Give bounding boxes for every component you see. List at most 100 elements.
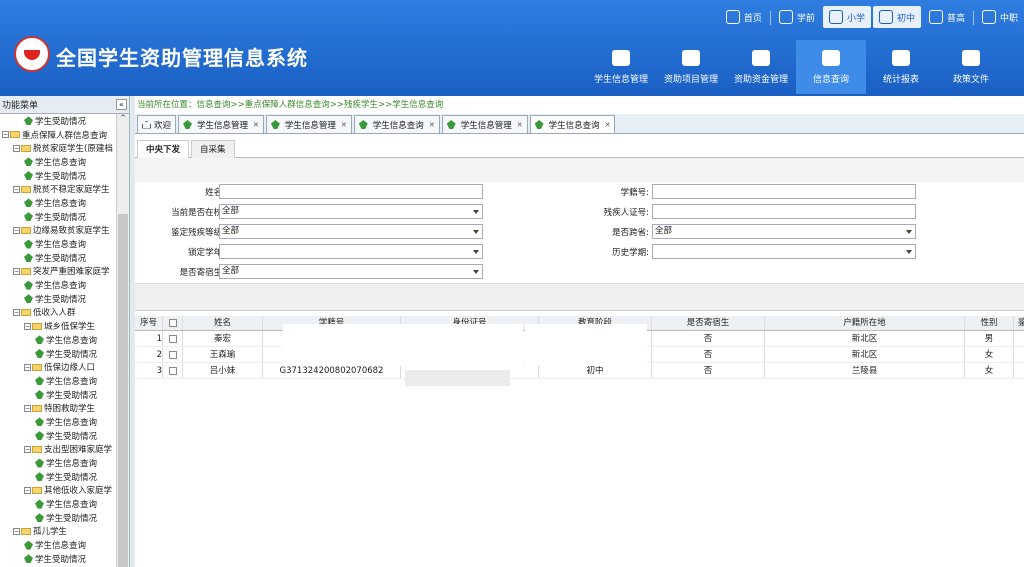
tree-folder[interactable]: − 脱贫家庭学生(原建档 xyxy=(0,141,116,155)
column-header[interactable]: 性别 xyxy=(965,316,1014,330)
folder-icon xyxy=(21,527,31,535)
tree-folder[interactable]: − 脱贫不稳定家庭学生 xyxy=(0,182,116,196)
tree-leaf[interactable]: 学生受助情况 xyxy=(0,347,116,361)
stage-senior[interactable]: 普高 xyxy=(923,6,971,28)
sidebar-collapse-button[interactable]: « xyxy=(116,99,127,110)
tree-leaf[interactable]: 学生信息查询 xyxy=(0,333,116,347)
module-funds[interactable]: 资助资金管理 xyxy=(726,40,796,94)
tree-folder[interactable]: − 其他低收入家庭学 xyxy=(0,484,116,498)
tree-leaf[interactable]: 学生受助情况 xyxy=(0,511,116,525)
tree-leaf[interactable]: 学生受助情况 xyxy=(0,552,116,566)
column-header[interactable]: 户籍所在地 xyxy=(765,316,965,330)
row-checkbox[interactable] xyxy=(168,350,177,359)
tree-leaf[interactable]: 学生信息查询 xyxy=(0,196,116,210)
leaf-icon xyxy=(35,458,44,468)
subtab-self-collected[interactable]: 自采集 xyxy=(191,140,235,158)
tab-student-query-1[interactable]: 学生信息查询 ✕ xyxy=(353,115,440,133)
module-student-info[interactable]: 学生信息管理 xyxy=(586,40,656,94)
column-header[interactable]: 姓名 xyxy=(183,316,263,330)
lock-year-select[interactable] xyxy=(219,244,483,259)
tab-student-info-3[interactable]: 学生信息管理 ✕ xyxy=(441,115,528,133)
expand-toggle-icon[interactable]: − xyxy=(24,445,31,453)
select-all-checkbox[interactable] xyxy=(168,318,177,327)
tree-leaf[interactable]: 学生受助情况 xyxy=(0,210,116,224)
row-checkbox[interactable] xyxy=(168,366,177,375)
column-header[interactable]: 鉴定残疾类型 xyxy=(1014,316,1024,330)
expand-toggle-icon[interactable]: − xyxy=(13,308,20,316)
module-query[interactable]: 信息查询 xyxy=(796,40,866,94)
close-icon[interactable]: ✕ xyxy=(605,121,611,129)
expand-toggle-icon[interactable]: − xyxy=(2,131,9,139)
tree-leaf[interactable]: 学生信息查询 xyxy=(0,374,116,388)
disability-level-select[interactable]: 全部 xyxy=(219,224,483,239)
column-header[interactable]: 是否寄宿生 xyxy=(652,316,765,330)
close-icon[interactable]: ✕ xyxy=(253,121,259,129)
stage-vocational[interactable]: 中职 xyxy=(976,6,1024,28)
tab-welcome[interactable]: 欢迎 xyxy=(137,115,177,133)
in-school-select[interactable]: 全部 xyxy=(219,204,483,219)
module-policy[interactable]: 政策文件 xyxy=(936,40,1006,94)
tab-student-info-2[interactable]: 学生信息管理 ✕ xyxy=(265,115,352,133)
stage-primary[interactable]: 小学 xyxy=(822,6,871,28)
stage-preschool[interactable]: 学前 xyxy=(773,6,821,28)
name-input[interactable] xyxy=(219,184,483,199)
tree-folder[interactable]: − 边缘易致贫家庭学生 xyxy=(0,224,116,238)
tree-folder[interactable]: − 低收入人群 xyxy=(0,306,116,320)
student-no-input[interactable] xyxy=(652,184,916,199)
tree-leaf[interactable]: 学生信息查询 xyxy=(0,456,116,470)
tree-leaf[interactable]: 学生受助情况 xyxy=(0,470,116,484)
tree-leaf[interactable]: 学生受助情况 xyxy=(0,114,116,128)
tree-leaf[interactable]: 学生信息查询 xyxy=(0,155,116,169)
expand-toggle-icon[interactable]: − xyxy=(13,185,20,193)
stage-junior[interactable]: 初中 xyxy=(872,6,921,28)
tree-leaf[interactable]: 学生受助情况 xyxy=(0,169,116,183)
close-icon[interactable]: ✕ xyxy=(341,121,347,129)
row-checkbox[interactable] xyxy=(168,334,177,343)
tree-folder[interactable]: − 突发严重困难家庭学 xyxy=(0,265,116,279)
scroll-up-arrow[interactable]: ^ xyxy=(117,114,129,124)
tree-label: 学生受助情况 xyxy=(35,294,87,305)
scroll-thumb[interactable] xyxy=(118,214,128,567)
subtab-central[interactable]: 中央下发 xyxy=(137,140,190,158)
tree-folder[interactable]: − 特困救助学生 xyxy=(0,401,116,415)
history-term-select[interactable] xyxy=(652,244,916,259)
tree-leaf[interactable]: 学生受助情况 xyxy=(0,251,116,265)
expand-toggle-icon[interactable]: − xyxy=(24,363,31,371)
tree-folder[interactable]: − 孤儿学生 xyxy=(0,525,116,539)
expand-toggle-icon[interactable]: − xyxy=(24,486,31,494)
boarding-select[interactable]: 全部 xyxy=(219,264,483,279)
tree-leaf[interactable]: 学生受助情况 xyxy=(0,388,116,402)
module-reports[interactable]: 统计报表 xyxy=(866,40,936,94)
tree-folder[interactable]: − 重点保障人群信息查询 xyxy=(0,128,116,142)
tree-leaf[interactable]: 学生受助情况 xyxy=(0,292,116,306)
tab-student-query-active[interactable]: 学生信息查询 ✕ xyxy=(529,115,616,133)
expand-toggle-icon[interactable]: − xyxy=(13,527,20,535)
stage-home[interactable]: 首页 xyxy=(720,6,768,28)
tree-leaf[interactable]: 学生信息查询 xyxy=(0,278,116,292)
tree-leaf[interactable]: 学生信息查询 xyxy=(0,538,116,552)
cross-province-select[interactable]: 全部 xyxy=(652,224,916,239)
module-projects[interactable]: 资助项目管理 xyxy=(656,40,726,94)
expand-toggle-icon[interactable]: − xyxy=(24,404,31,412)
tab-student-info-1[interactable]: 学生信息管理 ✕ xyxy=(178,115,264,133)
leaf-icon xyxy=(35,431,44,441)
expand-toggle-icon[interactable]: − xyxy=(13,144,20,152)
tree-leaf[interactable]: 学生信息查询 xyxy=(0,415,116,429)
close-icon[interactable]: ✕ xyxy=(429,121,435,129)
expand-toggle-icon[interactable]: − xyxy=(13,267,20,275)
expand-toggle-icon[interactable]: − xyxy=(13,226,20,234)
tree-folder[interactable]: − 城乡低保学生 xyxy=(0,319,116,333)
tree-label: 学生受助情况 xyxy=(46,390,98,401)
disability-cert-input[interactable] xyxy=(652,204,916,219)
app-header: 全国学生资助管理信息系统 首页 学前 小学 初中 普高 中职 学生信息管理 资助… xyxy=(0,0,1024,96)
tree-folder[interactable]: − 低保边缘人口 xyxy=(0,360,116,374)
tree-leaf[interactable]: 学生信息查询 xyxy=(0,237,116,251)
close-icon[interactable]: ✕ xyxy=(517,121,523,129)
column-header[interactable] xyxy=(163,316,183,330)
tree-leaf[interactable]: 学生信息查询 xyxy=(0,497,116,511)
column-header[interactable]: 序号 xyxy=(135,316,163,330)
sidebar-scrollbar[interactable]: ^ xyxy=(116,114,129,567)
expand-toggle-icon[interactable]: − xyxy=(24,322,31,330)
tree-folder[interactable]: − 支出型困难家庭学 xyxy=(0,443,116,457)
tree-leaf[interactable]: 学生受助情况 xyxy=(0,429,116,443)
